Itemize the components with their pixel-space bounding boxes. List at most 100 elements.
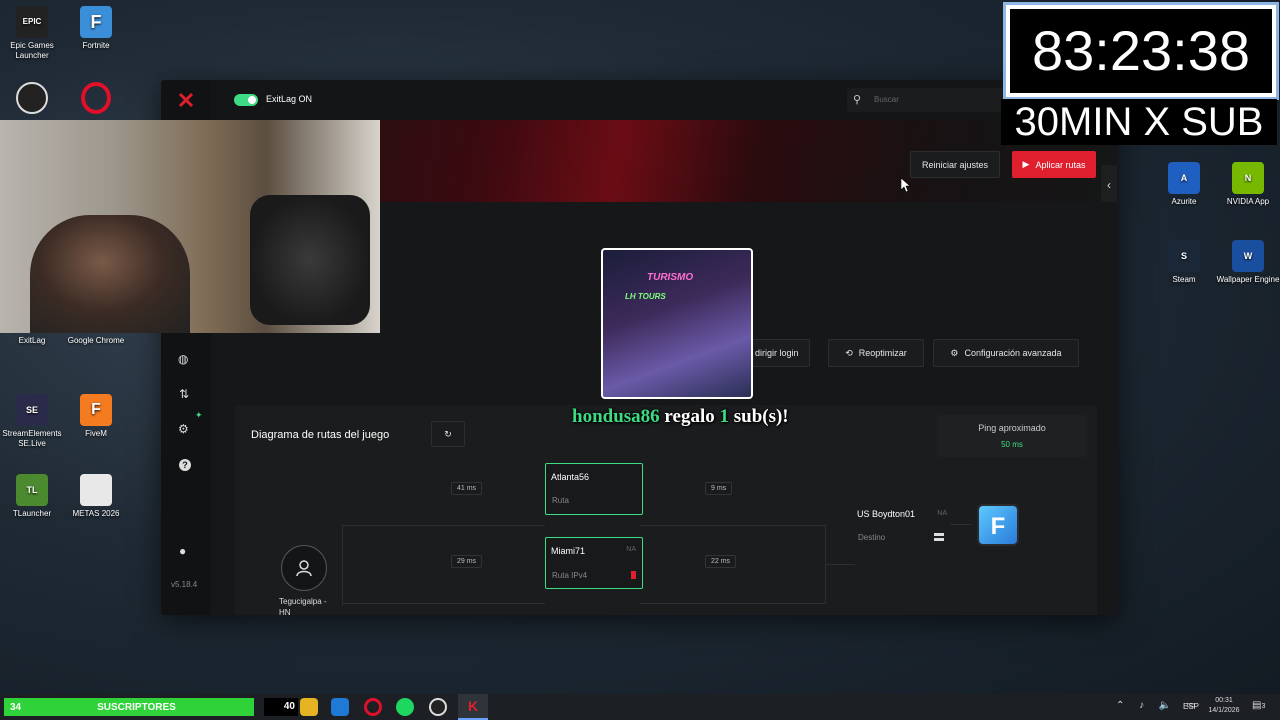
desktop-icon-opera[interactable] xyxy=(64,82,128,117)
desktop-icon-wallpaper-engine[interactable]: W Wallpaper Engine xyxy=(1216,240,1280,285)
route-line xyxy=(950,524,972,525)
user-avatar-icon xyxy=(296,560,312,577)
globe-icon[interactable]: ◍ xyxy=(178,352,188,366)
ping-value: 50 ms xyxy=(1001,440,1023,449)
sub-label: SUSCRIPTORES xyxy=(97,701,176,713)
language-indicator[interactable]: ESP xyxy=(1183,702,1199,711)
help-icon[interactable]: ? xyxy=(179,459,191,471)
top-bar: ExitLag ON ⚲ Buscar xyxy=(211,80,1118,120)
search-box[interactable]: ⚲ Buscar xyxy=(847,88,1007,112)
route-node-destination[interactable]: US Boydton01 NA Destino xyxy=(854,502,950,548)
search-input[interactable]: Buscar xyxy=(874,95,899,104)
desktop-icon-metas[interactable]: METAS 2026 xyxy=(64,474,128,519)
reset-settings-label: Reiniciar ajustes xyxy=(921,159,989,170)
server-icon xyxy=(934,533,944,541)
wallpaper-engine-icon: W xyxy=(1232,240,1264,272)
desktop-icon-label: Google Chrome xyxy=(67,336,125,345)
clock[interactable]: 00:31 14/1/2026 xyxy=(1204,696,1244,716)
notification-count: 3 xyxy=(1261,703,1266,710)
obs-taskbar-icon[interactable] xyxy=(429,698,447,716)
timer-value: 83:23:38 xyxy=(1032,19,1250,82)
node-name: US Boydton01 xyxy=(857,509,916,519)
desktop-icon-steam[interactable]: S Steam xyxy=(1152,240,1216,285)
exitlag-logo xyxy=(178,92,194,108)
search-icon: ⚲ xyxy=(853,94,862,106)
clock-date: 14/1/2026 xyxy=(1208,707,1240,714)
route-node-miami[interactable]: Miami71 NA Ruta IPv4 xyxy=(545,537,643,589)
alert-tail: sub(s)! xyxy=(728,406,789,427)
reset-settings-button[interactable]: Reiniciar ajustes xyxy=(910,151,1000,178)
streamelements-icon: SE xyxy=(16,394,48,426)
node-name: Miami71 xyxy=(551,546,586,556)
exitlag-mini-icon xyxy=(631,571,636,579)
desktop-icon-streamelements[interactable]: SE StreamElements SE.Live xyxy=(0,394,64,449)
route-node-atlanta[interactable]: Atlanta56 Ruta xyxy=(545,463,643,515)
opera-icon xyxy=(81,82,111,114)
node-tag: NA xyxy=(626,546,636,553)
latency-atlanta-in: 41 ms xyxy=(451,482,483,495)
route-line xyxy=(825,564,855,565)
desktop-icon-label: Azurite xyxy=(1171,197,1197,206)
exitlag-toggle[interactable] xyxy=(234,94,258,106)
desktop-icon-label: TLauncher xyxy=(12,509,52,518)
node-route: Ruta xyxy=(552,496,569,505)
sub-goal: 40 xyxy=(264,698,298,716)
redirect-login-label: dirigir login xyxy=(755,348,799,358)
desktop-icon-exitlag[interactable]: ExitLag xyxy=(0,336,64,346)
alert-text: regalo xyxy=(659,406,720,427)
desktop-icon-tlauncher[interactable]: TL TLauncher xyxy=(0,474,64,519)
desktop-icon-fortnite[interactable]: F Fortnite xyxy=(64,6,128,51)
desktop-icon-obs[interactable] xyxy=(0,82,64,117)
status-label: ExitLag ON xyxy=(266,94,313,104)
webcam-overlay xyxy=(0,120,380,333)
advanced-settings-button[interactable]: ⚙ Configuración avanzada xyxy=(933,339,1079,367)
desktop-icon-azurite[interactable]: A Azurite xyxy=(1152,162,1216,207)
settings-icon[interactable]: ⚙ xyxy=(178,422,189,436)
fivem-icon: F xyxy=(80,394,112,426)
latency-atlanta-out: 9 ms xyxy=(705,482,733,495)
desktop-icon-label: METAS 2026 xyxy=(72,509,120,518)
collapse-panel-button[interactable]: ‹ xyxy=(1101,165,1117,205)
mouse-cursor-icon xyxy=(900,177,911,197)
desktop-icon-nvidia[interactable]: N NVIDIA App xyxy=(1216,162,1280,207)
desktop-icon-chrome[interactable]: Google Chrome xyxy=(64,336,128,346)
redirect-login-button[interactable]: dirigir login xyxy=(750,339,810,367)
alert-username: hondusa86 xyxy=(572,406,660,427)
nvidia-icon: N xyxy=(1232,162,1264,194)
opera-taskbar-icon[interactable] xyxy=(364,698,382,716)
ping-label: Ping aproximado xyxy=(978,423,1046,433)
sub-alert-card: TURISMO LH TOURS xyxy=(601,248,753,399)
desktop-icon-epic[interactable]: EPIC Epic Games Launcher xyxy=(0,6,64,61)
desktop-icon-label: Epic Games Launcher xyxy=(10,41,54,60)
route-line xyxy=(342,603,545,604)
sub-goal-value: 40 xyxy=(283,701,295,712)
refresh-diagram-button[interactable]: ↻ xyxy=(431,421,465,447)
play-icon: ▶ xyxy=(1022,159,1030,169)
desktop-icon-fivem[interactable]: F FiveM xyxy=(64,394,128,439)
reoptimize-icon: ⟲ xyxy=(845,347,853,358)
route-line xyxy=(342,525,343,605)
webcam-person xyxy=(30,215,190,333)
reoptimize-button[interactable]: ⟲ Reoptimizar xyxy=(828,339,924,367)
apply-routes-button[interactable]: ▶ Aplicar rutas xyxy=(1012,151,1096,178)
mail-app-icon[interactable] xyxy=(331,698,349,716)
alert-card-text: TURISMO xyxy=(647,272,694,283)
route-line xyxy=(342,525,545,526)
user-icon[interactable]: ● xyxy=(179,544,186,558)
diagram-title: Diagrama de rutas del juego xyxy=(251,429,390,441)
origin-label: Tegucigalpa - HN xyxy=(279,597,327,615)
route-diagram-panel: Diagrama de rutas del juego ↻ Ping aprox… xyxy=(235,405,1097,615)
latency-miami-in: 29 ms xyxy=(451,555,483,568)
advanced-settings-icon: ⚙ xyxy=(950,347,959,358)
node-route: Destino xyxy=(858,533,886,542)
spotify-icon[interactable] xyxy=(396,698,414,716)
notification-center-icon[interactable]: ▤3 xyxy=(1252,700,1268,714)
swap-arrows-icon[interactable]: ⇅ xyxy=(179,387,189,401)
node-route: Ruta IPv4 xyxy=(552,571,588,580)
exitlag-taskbar-icon[interactable]: K xyxy=(458,694,488,720)
advanced-settings-label: Configuración avanzada xyxy=(964,348,1062,358)
file-explorer-icon[interactable] xyxy=(300,698,318,716)
clock-time: 00:31 xyxy=(1215,697,1233,704)
webcam-chair xyxy=(250,195,370,325)
desktop-icon-label: Wallpaper Engine xyxy=(1216,275,1280,284)
